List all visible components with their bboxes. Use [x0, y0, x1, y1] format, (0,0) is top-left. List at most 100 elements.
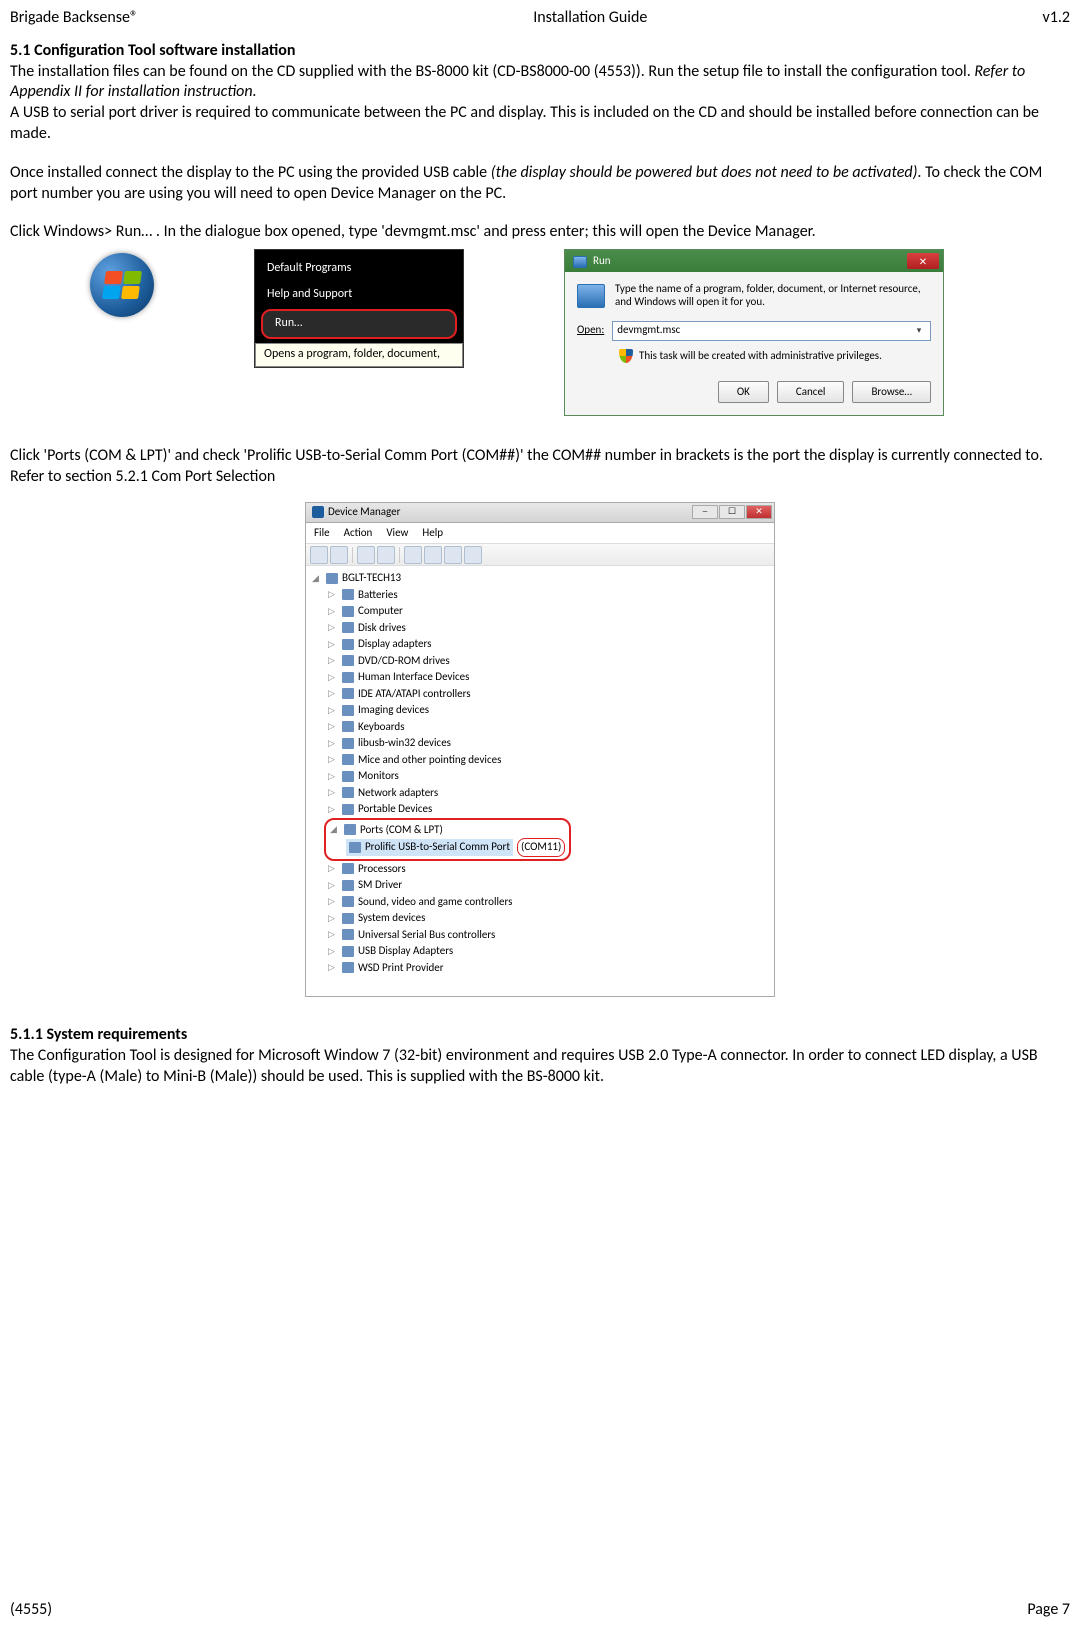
tree-item: ▷DVD/CD-ROM drives — [328, 653, 768, 670]
header-right: v1.2 — [1043, 8, 1070, 29]
ports-group-highlighted: ◢ Ports (COM & LPT) Prolific USB-to-Seri… — [324, 818, 571, 861]
tree-item-label: IDE ATA/ATAPI controllers — [358, 686, 471, 703]
header-center: Installation Guide — [533, 8, 647, 29]
devmgr-tree: ◢ BGLT-TECH13 ▷Batteries▷Computer▷Disk d… — [306, 566, 774, 996]
expand-arrow-icon: ▷ — [328, 638, 338, 652]
paragraph-3: Once installed connect the display to th… — [10, 163, 1070, 205]
expand-arrow-icon: ▷ — [328, 803, 338, 817]
start-menu-help-support: Help and Support — [255, 282, 463, 308]
run-dialog-main-icon — [577, 284, 605, 308]
menu-file: File — [314, 526, 330, 540]
tree-item-label: Sound, video and game controllers — [358, 894, 512, 911]
close-icon: ✕ — [907, 253, 939, 269]
device-category-icon — [342, 913, 354, 924]
tree-item: ▷IDE ATA/ATAPI controllers — [328, 686, 768, 703]
footer-left: (4555) — [10, 1600, 52, 1621]
device-category-icon — [342, 688, 354, 699]
device-manager-screenshot: Device Manager ─ ☐ ✕ File Action View He… — [305, 502, 775, 997]
tree-item: ▷Batteries — [328, 587, 768, 604]
toolbar-icon — [357, 546, 375, 564]
start-menu-default-programs: Default Programs — [255, 256, 463, 282]
device-category-icon — [342, 705, 354, 716]
device-category-icon — [342, 622, 354, 633]
device-category-icon — [342, 962, 354, 973]
ports-label: Ports (COM & LPT) — [360, 822, 443, 839]
device-category-icon — [342, 589, 354, 600]
tree-item-label: libusb-win32 devices — [358, 735, 451, 752]
tree-item-label: Imaging devices — [358, 702, 429, 719]
toolbar-icon — [377, 546, 395, 564]
page-header: Brigade Backsense® Installation Guide v1… — [0, 0, 1080, 33]
device-category-icon — [342, 754, 354, 765]
start-menu-tooltip: Opens a program, folder, document, — [255, 343, 463, 367]
device-category-icon — [342, 606, 354, 617]
device-category-icon — [342, 896, 354, 907]
tree-item: ▷Monitors — [328, 768, 768, 785]
expand-arrow-icon: ▷ — [328, 928, 338, 942]
section-5-1-title: 5.1 Configuration Tool software installa… — [10, 41, 1070, 62]
toolbar-icon — [404, 546, 422, 564]
expand-arrow-icon: ▷ — [328, 945, 338, 959]
dropdown-arrow-icon: ▾ — [912, 324, 926, 338]
run-dialog-titlebar: Run ✕ — [565, 250, 943, 272]
prolific-label: Prolific USB-to-Serial Comm Port — [365, 839, 510, 856]
tree-item-label: Keyboards — [358, 719, 405, 736]
tree-item-label: Portable Devices — [358, 801, 432, 818]
toolbar-back-icon — [310, 546, 328, 564]
tree-item: ▷ Portable Devices — [328, 801, 768, 818]
tree-root-label: BGLT-TECH13 — [342, 570, 401, 587]
p3-italic: (the display should be powered but does … — [491, 163, 918, 182]
expand-arrow-icon: ▷ — [328, 786, 338, 800]
tree-item: ▷Computer — [328, 603, 768, 620]
ports-icon — [344, 824, 356, 835]
browse-button: Browse… — [852, 381, 931, 403]
toolbar-icon — [444, 546, 462, 564]
menu-action: Action — [344, 526, 373, 540]
maximize-icon: ☐ — [719, 505, 745, 519]
tree-item-label: Universal Serial Bus controllers — [358, 927, 495, 944]
device-category-icon — [342, 771, 354, 782]
tree-item: ▷ Universal Serial Bus controllers — [328, 927, 768, 944]
expand-arrow-icon: ▷ — [328, 671, 338, 685]
prolific-port-selected: Prolific USB-to-Serial Comm Port — [346, 839, 513, 856]
tree-item: ▷System devices — [328, 910, 768, 927]
section-5-1-1-title: 5.1.1 System requirements — [10, 1025, 1070, 1046]
cancel-button: Cancel — [777, 381, 845, 403]
devmgr-title-icon — [312, 506, 324, 518]
expand-arrow-icon: ▷ — [328, 621, 338, 635]
tree-item: ▷Disk drives — [328, 620, 768, 637]
close-icon: ✕ — [746, 505, 772, 519]
run-icon — [573, 256, 587, 268]
tree-item-label: WSD Print Provider — [358, 960, 444, 977]
tree-item-label: Processors — [358, 861, 406, 878]
menu-help: Help — [422, 526, 443, 540]
tree-item-label: USB Display Adapters — [358, 943, 453, 960]
devmgr-title: Device Manager — [328, 505, 400, 519]
toolbar-forward-icon — [330, 546, 348, 564]
expand-arrow-icon: ▷ — [328, 737, 338, 751]
tree-item: ▷Network adapters — [328, 785, 768, 802]
expand-arrow-icon: ▷ — [328, 720, 338, 734]
expand-arrow-icon: ◢ — [330, 823, 340, 837]
tree-item: ▷Human Interface Devices — [328, 669, 768, 686]
device-category-icon — [342, 672, 354, 683]
tree-item: ▷Imaging devices — [328, 702, 768, 719]
tree-item: ▷SM Driver — [328, 877, 768, 894]
paragraph-4: Click Windows> Run… . In the dialogue bo… — [10, 222, 1070, 243]
com-number-circled: (COM11) — [517, 838, 565, 857]
tree-item: ▷WSD Print Provider — [328, 960, 768, 977]
expand-arrow-icon: ▷ — [328, 605, 338, 619]
tree-item-label: System devices — [358, 910, 425, 927]
paragraph-2: A USB to serial port driver is required … — [10, 103, 1070, 145]
menu-view: View — [386, 526, 408, 540]
device-category-icon — [342, 655, 354, 666]
expand-arrow-icon: ▷ — [328, 770, 338, 784]
expand-arrow-icon: ◢ — [312, 572, 322, 586]
device-category-icon — [342, 946, 354, 957]
expand-arrow-icon: ▷ — [328, 879, 338, 893]
run-admin-text: This task will be created with administr… — [639, 349, 882, 363]
windows-flag-icon — [102, 271, 142, 299]
tree-item-label: Mice and other pointing devices — [358, 752, 501, 769]
run-open-input: devmgmt.msc ▾ — [612, 321, 931, 341]
run-dialog-title: Run — [593, 254, 611, 268]
